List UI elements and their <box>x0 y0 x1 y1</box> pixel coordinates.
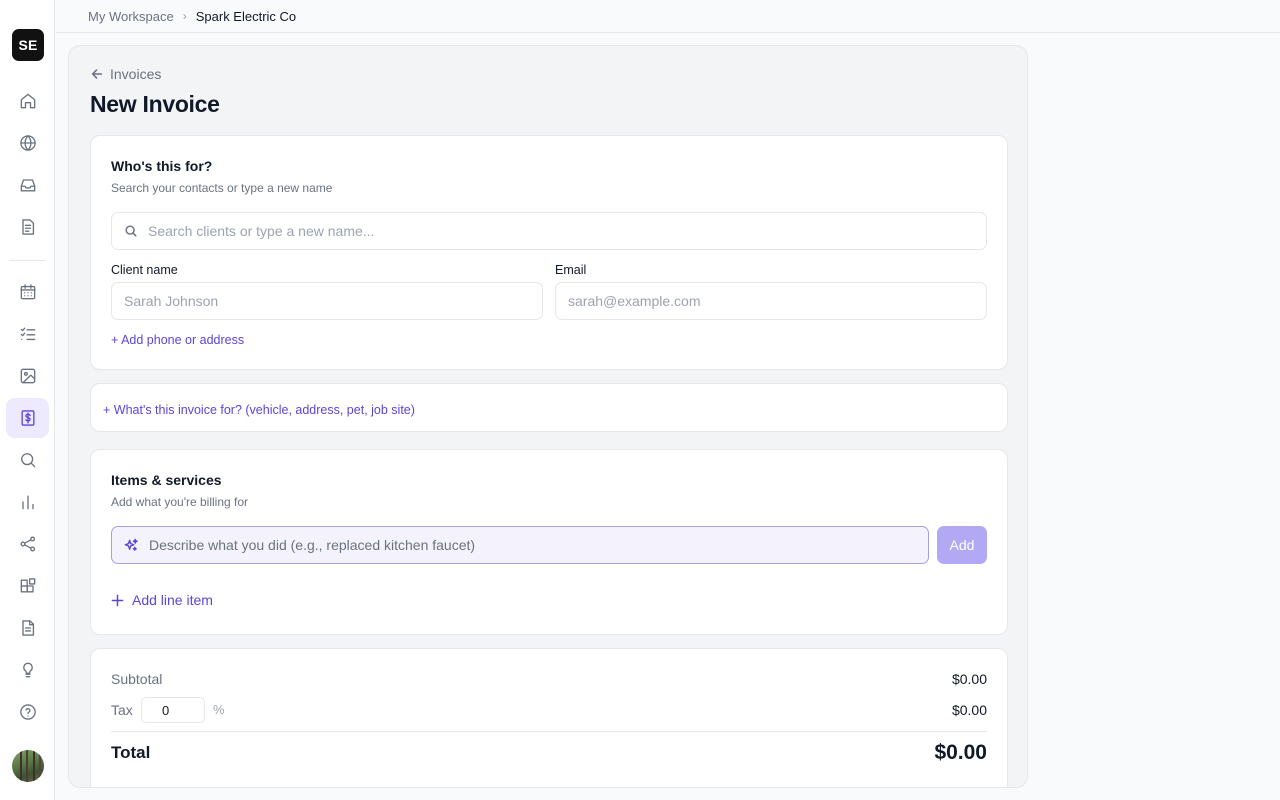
search-icon <box>125 225 137 237</box>
nav-documents[interactable] <box>6 207 49 247</box>
nav-photos[interactable] <box>6 356 49 396</box>
nav-ideas[interactable] <box>6 650 49 690</box>
nav-website[interactable] <box>6 123 49 163</box>
plus-icon <box>111 594 124 606</box>
summary-divider <box>111 731 987 732</box>
subtotal-label: Subtotal <box>111 671 163 687</box>
client-search-placeholder: Search clients or type a new name... <box>148 223 375 239</box>
file-text-icon <box>21 620 34 636</box>
lightbulb-icon <box>22 662 33 678</box>
image-icon <box>20 368 35 384</box>
add-line-item-button[interactable]: Add line item <box>111 592 213 608</box>
document-icon <box>21 219 34 235</box>
workspace-logo[interactable]: SE <box>12 29 44 61</box>
tax-percent-sign: % <box>213 702 225 717</box>
nav-home[interactable] <box>6 81 49 121</box>
client-name-label: Client name <box>111 263 178 277</box>
nav-files[interactable] <box>6 608 49 648</box>
breadcrumb: My Workspace › Spark Electric Co <box>56 0 1280 33</box>
invoice-subject-link[interactable]: + What's this invoice for? (vehicle, add… <box>103 403 415 417</box>
nav-invoices[interactable] <box>6 398 49 438</box>
client-card-title: Who's this for? <box>111 158 213 174</box>
checklist-icon <box>20 327 35 341</box>
breadcrumb-workspace[interactable]: My Workspace <box>88 9 174 24</box>
sparkle-icon <box>124 538 138 551</box>
arrow-left-icon <box>91 69 103 79</box>
tax-value: $0.00 <box>951 702 987 718</box>
items-card-subtitle: Add what you're billing for <box>111 495 249 509</box>
search-icon <box>20 453 35 468</box>
summary-card: Subtotal $0.00 Tax 0 % $0.00 Total $0.00 <box>90 648 1008 787</box>
nav-calendar[interactable] <box>6 272 49 312</box>
total-value: $0.00 <box>934 741 987 764</box>
client-card: Who's this for? Search your contacts or … <box>90 135 1008 370</box>
email-label: Email <box>555 263 587 277</box>
nav-integrations[interactable] <box>6 566 49 606</box>
invoice-panel: Invoices New Invoice Who's this for? Sea… <box>68 45 1028 788</box>
nav-inbox[interactable] <box>6 165 49 205</box>
client-name-placeholder: Sarah Johnson <box>124 293 219 309</box>
breadcrumb-current: Spark Electric Co <box>195 8 297 24</box>
client-card-subtitle: Search your contacts or type a new name <box>111 181 333 195</box>
invoice-subject-card: + What's this invoice for? (vehicle, add… <box>90 383 1008 432</box>
back-to-invoices-link[interactable]: Invoices <box>90 66 161 82</box>
add-line-item-label: Add line item <box>132 592 213 608</box>
integrations-icon <box>20 578 35 593</box>
help-icon <box>19 704 36 720</box>
tax-label: Tax <box>111 702 133 718</box>
add-phone-address-link[interactable]: + Add phone or address <box>111 333 244 347</box>
home-icon <box>20 93 35 109</box>
nav-share[interactable] <box>6 524 49 564</box>
nav-tasks[interactable] <box>6 314 49 354</box>
page-title: New Invoice <box>90 91 220 117</box>
describe-work-placeholder: Describe what you did (e.g., replaced ki… <box>149 537 476 553</box>
email-placeholder: sarah@example.com <box>568 293 701 309</box>
globe-icon <box>19 135 36 151</box>
inbox-icon <box>20 179 35 192</box>
sidebar: SE <box>0 0 55 800</box>
bar-chart-icon <box>21 495 34 510</box>
chevron-right-icon: › <box>182 9 187 23</box>
nav-help[interactable] <box>6 692 49 732</box>
items-card: Items & services Add what you're billing… <box>90 449 1008 635</box>
nav-search[interactable] <box>6 440 49 480</box>
total-label: Total <box>111 743 151 762</box>
subtotal-value: $0.00 <box>951 671 987 687</box>
sidebar-divider <box>9 260 46 261</box>
user-avatar[interactable] <box>12 750 44 782</box>
describe-work-input[interactable]: Describe what you did (e.g., replaced ki… <box>111 526 929 564</box>
back-link-label: Invoices <box>110 66 162 82</box>
email-field[interactable]: sarah@example.com <box>555 282 987 320</box>
client-name-field[interactable]: Sarah Johnson <box>111 282 543 320</box>
invoice-dollar-icon <box>21 410 34 426</box>
tax-rate-input[interactable]: 0 <box>141 697 205 723</box>
client-search-input[interactable]: Search clients or type a new name... <box>111 212 987 250</box>
calendar-icon <box>20 284 35 300</box>
add-item-button[interactable]: Add <box>937 526 987 564</box>
share-icon <box>19 536 35 552</box>
items-card-title: Items & services <box>111 472 222 488</box>
nav-reports[interactable] <box>6 482 49 522</box>
